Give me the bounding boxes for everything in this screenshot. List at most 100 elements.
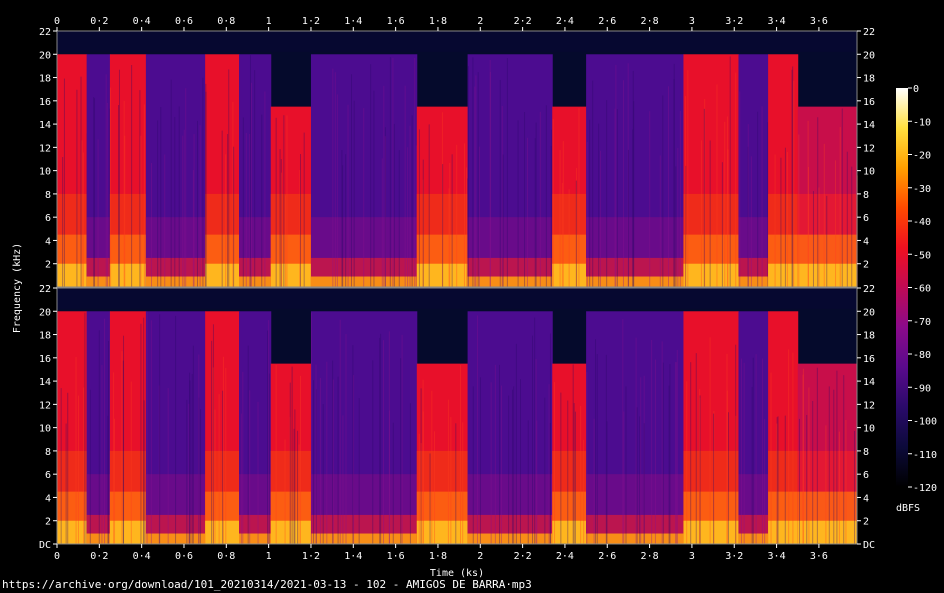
y-tick-label-left: 20 [39, 307, 51, 318]
texture-streak [724, 121, 726, 287]
texture-streak [662, 362, 664, 544]
texture-streak [345, 334, 347, 544]
x-tick-label-bottom: 1·4 [344, 551, 362, 562]
colorbar-tick-label: -110 [913, 450, 937, 461]
segment-15 [797, 363, 858, 544]
segment-11 [586, 311, 684, 544]
texture-streak [451, 154, 453, 287]
texture-streak [561, 182, 563, 287]
y-tick-label-left: 2 [45, 517, 51, 528]
segment-2 [109, 54, 147, 288]
texture-streak [350, 74, 352, 287]
texture-streak [633, 101, 635, 287]
texture-streak [146, 311, 148, 544]
y-tick-label-right: 22 [863, 284, 875, 295]
texture-streak [472, 57, 474, 288]
texture-streak [84, 312, 86, 544]
texture-streak [242, 371, 244, 544]
texture-streak [358, 398, 360, 544]
y-tick-label-right: 16 [863, 354, 875, 365]
texture-streak [649, 111, 651, 287]
texture-streak [592, 80, 594, 287]
texture-streak [700, 140, 702, 287]
texture-streak [474, 86, 476, 287]
texture-streak [623, 411, 625, 544]
texture-streak [279, 149, 281, 287]
y-tick-label-right: 4 [863, 493, 869, 504]
texture-streak [463, 143, 465, 287]
texture-streak [249, 55, 251, 287]
texture-streak [373, 90, 375, 287]
texture-streak [283, 115, 285, 287]
texture-streak [489, 71, 491, 287]
texture-streak [143, 400, 145, 544]
texture-streak [370, 64, 372, 288]
texture-streak [535, 122, 537, 287]
texture-streak [264, 91, 266, 288]
texture-streak [823, 143, 825, 287]
segment-3 [145, 311, 206, 544]
texture-streak [774, 154, 776, 287]
texture-streak [583, 439, 585, 544]
texture-streak [780, 157, 782, 287]
texture-streak [65, 423, 67, 544]
texture-streak [798, 134, 800, 287]
x-tick-label-bottom: 2·4 [556, 551, 574, 562]
texture-streak [640, 377, 642, 544]
colorbar-tick-label: -40 [913, 217, 931, 228]
segment-bass-band [683, 520, 739, 544]
texture-streak [695, 353, 697, 544]
x-tick-label-top: 1·2 [302, 16, 320, 27]
texture-streak [77, 395, 79, 544]
x-tick-label-bottom: 0·2 [90, 551, 108, 562]
segment-6 [270, 106, 312, 288]
texture-streak [636, 407, 638, 544]
texture-streak [121, 351, 123, 544]
y-tick-label-right: 12 [863, 400, 875, 411]
texture-streak [826, 195, 828, 287]
x-tick-label-top: 0·6 [175, 16, 193, 27]
x-tick-label-top: 1·4 [344, 16, 362, 27]
texture-streak [517, 120, 519, 287]
texture-streak [118, 105, 120, 288]
texture-streak [67, 392, 69, 544]
y-tick-label-right: 10 [863, 167, 875, 178]
x-tick-label-top: 2·4 [556, 16, 574, 27]
texture-streak [776, 423, 778, 544]
colorbar-tick-label: -90 [913, 383, 931, 394]
texture-streak [845, 420, 847, 544]
texture-streak [388, 331, 390, 544]
texture-streak [75, 357, 77, 544]
texture-streak [552, 118, 554, 287]
y-tick-label-right: 16 [863, 97, 875, 108]
texture-streak [499, 79, 501, 288]
texture-streak [257, 401, 259, 544]
texture-streak [506, 58, 508, 287]
texture-streak [249, 390, 251, 544]
texture-streak [560, 392, 562, 544]
texture-streak [605, 354, 607, 544]
x-tick-label-bottom: 3·2 [725, 551, 743, 562]
texture-streak [205, 83, 207, 288]
texture-streak [536, 420, 538, 544]
x-tick-label-top: 3·4 [768, 16, 786, 27]
segment-bass-band [738, 276, 769, 287]
texture-streak [409, 403, 411, 544]
texture-streak [761, 358, 763, 544]
x-tick-label-bottom: 1·2 [302, 551, 320, 562]
texture-streak [788, 349, 790, 544]
texture-streak [60, 388, 62, 544]
texture-streak [798, 418, 800, 544]
texture-streak [140, 135, 142, 287]
texture-streak [499, 364, 501, 544]
texture-streak [726, 116, 728, 287]
texture-streak [198, 354, 200, 544]
y-tick-label-left: 10 [39, 424, 51, 435]
texture-streak [398, 150, 400, 287]
y-tick-label-left: 16 [39, 354, 51, 365]
x-tick-label-bottom: 3·4 [768, 551, 786, 562]
y-tick-label-left: 6 [45, 213, 51, 224]
x-tick-label-top: 2 [477, 16, 483, 27]
texture-streak [63, 78, 65, 287]
x-tick-label-top: 0 [54, 16, 60, 27]
